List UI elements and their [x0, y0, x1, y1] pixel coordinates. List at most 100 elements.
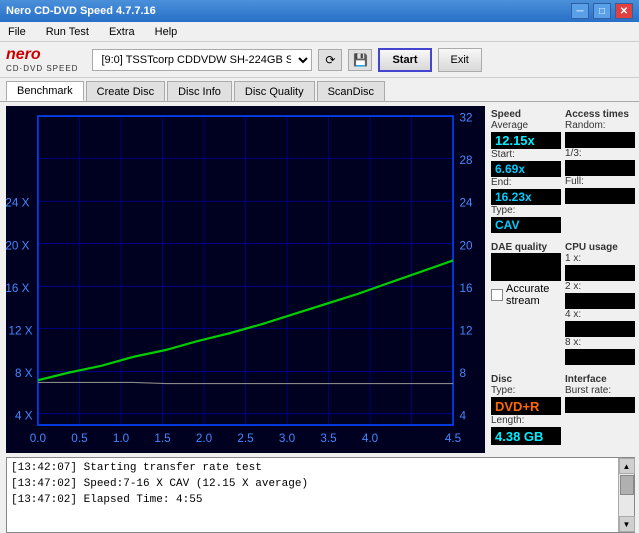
- tab-create-disc[interactable]: Create Disc: [86, 81, 165, 101]
- main-content: 4 X 8 X 12 X 16 X 20 X 24 X 4 8 12 16 20…: [0, 102, 639, 457]
- svg-text:16: 16: [459, 281, 472, 295]
- dae-title: DAE quality: [491, 242, 561, 253]
- disc-length-value: 4.38 GB: [491, 427, 561, 445]
- speed-title: Speed: [491, 109, 561, 120]
- tab-disc-info[interactable]: Disc Info: [167, 81, 232, 101]
- chart-container: 4 X 8 X 12 X 16 X 20 X 24 X 4 8 12 16 20…: [6, 106, 485, 453]
- menu-file[interactable]: File: [4, 24, 30, 40]
- cpu-x4-label: 4 x:: [565, 309, 635, 320]
- exit-button[interactable]: Exit: [438, 48, 482, 72]
- svg-text:20: 20: [459, 238, 472, 252]
- interface-title: Interface: [565, 374, 635, 385]
- log-line-3: [13:47:02] Elapsed Time: 4:55: [11, 492, 614, 508]
- svg-text:1.0: 1.0: [113, 431, 130, 445]
- speed-section: Speed Average 12.15x Start: 6.69x End: 1…: [491, 106, 561, 233]
- svg-text:2.0: 2.0: [196, 431, 213, 445]
- cpu-x2-label: 2 x:: [565, 281, 635, 292]
- cpu-x8-value: [565, 349, 635, 365]
- full-label: Full:: [565, 176, 635, 187]
- scroll-track[interactable]: [619, 474, 634, 516]
- svg-text:20 X: 20 X: [6, 238, 29, 252]
- type-value: CAV: [491, 217, 561, 233]
- svg-text:32: 32: [459, 110, 472, 124]
- refresh-icon[interactable]: ⟳: [318, 49, 342, 71]
- cpu-x2-value: [565, 293, 635, 309]
- minimize-button[interactable]: ─: [571, 3, 589, 19]
- start-value: 6.69x: [491, 161, 561, 177]
- menu-extra[interactable]: Extra: [105, 24, 139, 40]
- burst-label: Burst rate:: [565, 385, 635, 396]
- svg-text:0.0: 0.0: [30, 431, 47, 445]
- svg-text:0.5: 0.5: [71, 431, 88, 445]
- tab-benchmark[interactable]: Benchmark: [6, 81, 84, 101]
- full-value: [565, 188, 635, 204]
- dae-value: [491, 253, 561, 281]
- logo-nero: nero: [6, 46, 78, 64]
- accurate-stream-row: Accurate stream: [491, 283, 561, 307]
- cpu-x8-label: 8 x:: [565, 337, 635, 348]
- tab-scandisc[interactable]: ScanDisc: [317, 81, 385, 101]
- log-line-1: [13:42:07] Starting transfer rate test: [11, 460, 614, 476]
- titlebar-controls: ─ □ ✕: [571, 3, 633, 19]
- cpu-x1-value: [565, 265, 635, 281]
- drive-select[interactable]: [9:0] TSSTcorp CDDVDW SH-224GB SB00: [92, 49, 312, 71]
- menubar: File Run Test Extra Help: [0, 22, 639, 42]
- scroll-down-button[interactable]: ▼: [619, 516, 635, 532]
- disc-title: Disc: [491, 374, 561, 385]
- tab-disc-quality[interactable]: Disc Quality: [234, 81, 315, 101]
- cpu-title: CPU usage: [565, 242, 635, 253]
- interface-section: Interface Burst rate:: [565, 371, 635, 445]
- log-scrollbar[interactable]: ▲ ▼: [618, 458, 634, 532]
- svg-text:28: 28: [459, 153, 472, 167]
- dae-section: DAE quality Accurate stream: [491, 239, 561, 365]
- accurate-stream-checkbox[interactable]: [491, 289, 503, 301]
- save-icon[interactable]: 💾: [348, 49, 372, 71]
- disc-length-label: Length:: [491, 415, 561, 426]
- random-value: [565, 132, 635, 148]
- svg-text:24 X: 24 X: [6, 195, 29, 209]
- type-label: Type:: [491, 205, 561, 216]
- log-area: [13:42:07] Starting transfer rate test […: [6, 457, 635, 533]
- log-line-2: [13:47:02] Speed:7-16 X CAV (12.15 X ave…: [11, 476, 614, 492]
- svg-text:8 X: 8 X: [15, 366, 33, 380]
- start-label: Start:: [491, 149, 561, 160]
- close-button[interactable]: ✕: [615, 3, 633, 19]
- maximize-button[interactable]: □: [593, 3, 611, 19]
- svg-text:3.0: 3.0: [279, 431, 296, 445]
- svg-text:4.0: 4.0: [362, 431, 379, 445]
- svg-text:3.5: 3.5: [320, 431, 337, 445]
- average-value: 12.15x: [491, 132, 561, 149]
- burst-value: [565, 397, 635, 413]
- end-value: 16.23x: [491, 189, 561, 205]
- menu-run-test[interactable]: Run Test: [42, 24, 93, 40]
- scroll-up-button[interactable]: ▲: [619, 458, 635, 474]
- titlebar: Nero CD-DVD Speed 4.7.7.16 ─ □ ✕: [0, 0, 639, 22]
- accurate-label: Accurate stream: [506, 283, 549, 307]
- onethird-value: [565, 160, 635, 176]
- end-label: End:: [491, 177, 561, 188]
- svg-text:12: 12: [459, 323, 472, 337]
- tabs-bar: Benchmark Create Disc Disc Info Disc Qua…: [0, 78, 639, 102]
- start-button[interactable]: Start: [378, 48, 431, 72]
- menu-help[interactable]: Help: [151, 24, 182, 40]
- svg-text:2.5: 2.5: [237, 431, 254, 445]
- scroll-thumb[interactable]: [620, 475, 634, 495]
- onethird-label: 1/3:: [565, 148, 635, 159]
- logo-cdspeed: CD·DVD SPEED: [6, 64, 78, 73]
- svg-text:4 X: 4 X: [15, 408, 33, 422]
- access-times-section: Access times Random: 1/3: Full:: [565, 106, 635, 233]
- random-label: Random:: [565, 120, 635, 131]
- disc-type-value: DVD+R: [491, 397, 561, 415]
- disc-type-label: Type:: [491, 385, 561, 396]
- right-panel: Speed Average 12.15x Start: 6.69x End: 1…: [489, 102, 639, 457]
- titlebar-title: Nero CD-DVD Speed 4.7.7.16: [6, 5, 156, 17]
- svg-text:8: 8: [459, 366, 466, 380]
- svg-text:4: 4: [459, 408, 466, 422]
- cpu-x1-label: 1 x:: [565, 253, 635, 264]
- average-label: Average: [491, 120, 561, 131]
- cpu-x4-value: [565, 321, 635, 337]
- svg-text:1.5: 1.5: [154, 431, 171, 445]
- svg-text:4.5: 4.5: [445, 431, 462, 445]
- svg-text:12 X: 12 X: [9, 323, 33, 337]
- app-logo: nero CD·DVD SPEED: [6, 46, 78, 73]
